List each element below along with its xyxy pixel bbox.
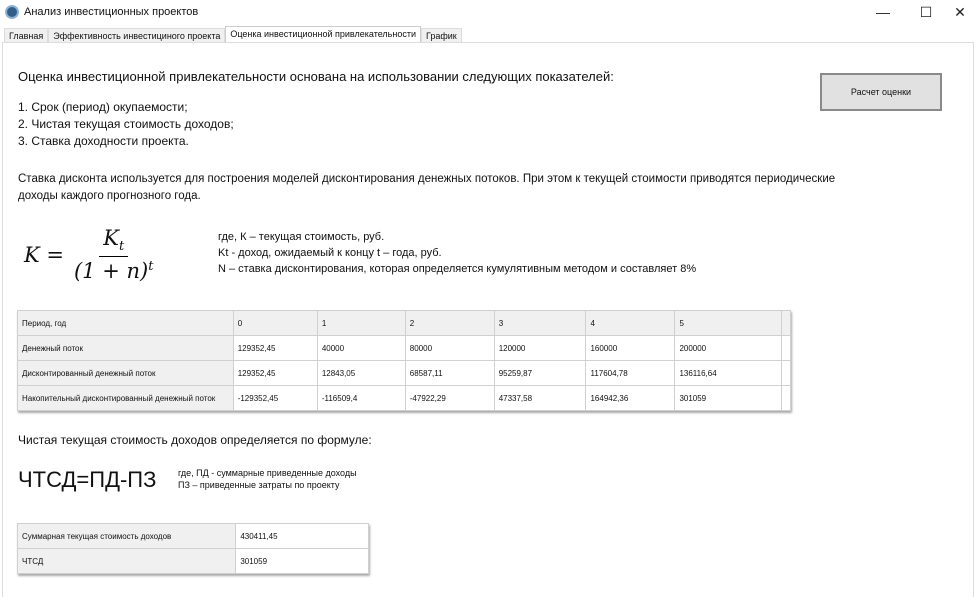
table-cell[interactable]: 120000 — [493, 335, 587, 361]
table-cell[interactable]: 129352,45 — [232, 335, 318, 361]
table-cell[interactable]: 4 — [585, 310, 676, 336]
table-cell[interactable]: 0 — [232, 310, 318, 336]
table-cell[interactable]: Период, год — [17, 310, 234, 336]
table-cell[interactable]: 200000 — [674, 335, 782, 361]
table-cell[interactable]: -116509,4 — [316, 385, 406, 411]
table-cell-empty — [781, 360, 791, 386]
table-cell[interactable]: ЧТСД — [16, 548, 237, 574]
tab-attractiveness[interactable]: Оценка инвестиционной привлекательности — [225, 26, 421, 43]
table-cell[interactable]: 95259,87 — [493, 360, 587, 386]
tab-main[interactable]: Главная — [4, 28, 49, 43]
table-cell[interactable]: 68587,11 — [404, 360, 495, 386]
table-cell[interactable]: 129352,45 — [232, 360, 318, 386]
table-cell[interactable]: 117604,78 — [585, 360, 676, 386]
calc-button[interactable]: Расчет оценки — [820, 73, 942, 111]
npv-text: Чистая текущая стоимость доходов определ… — [18, 433, 372, 447]
table-cell[interactable]: 12843,05 — [316, 360, 406, 386]
table-row: Дисконтированный денежный поток 129352,45… — [17, 360, 791, 386]
table-cell-empty — [781, 310, 791, 336]
intro-text: Оценка инвестиционной привлекательности … — [18, 69, 614, 84]
legend-line: ПЗ – приведенные затраты по проекту — [178, 480, 340, 490]
table-cell[interactable]: 160000 — [585, 335, 676, 361]
table-cell[interactable]: 136116,64 — [674, 360, 782, 386]
table-cell-empty — [781, 385, 791, 411]
legend-line: где, К – текущая стоимость, руб. — [218, 231, 385, 243]
legend-line: где, ПД - суммарные приведенные доходы — [178, 468, 357, 478]
table-cell[interactable]: 40000 — [316, 335, 406, 361]
table-cell[interactable]: 301059 — [674, 385, 782, 411]
title-bar: Анализ инвестиционных проектов — ☐ ✕ — [0, 0, 976, 26]
table-cell[interactable]: 47337,58 — [493, 385, 587, 411]
indicator-3: 3. Ставка доходности проекта. — [18, 134, 189, 148]
summary-row: Суммарная текущая стоимость доходов 43041… — [16, 523, 369, 549]
tab-bar: Главная Эффективность инвестициного прое… — [4, 26, 462, 43]
minimize-button[interactable]: — — [868, 2, 898, 22]
table-cell[interactable]: Денежный поток — [17, 335, 234, 361]
tab-efficiency[interactable]: Эффективность инвестициного проекта — [48, 28, 226, 43]
legend-line: N – ставка дисконтирования, которая опре… — [218, 263, 697, 275]
table-cell[interactable]: 5 — [674, 310, 782, 336]
legend-line: Kt - доход, ожидаемый к концу t – года, … — [218, 247, 442, 259]
table-cell[interactable]: 430411,45 — [235, 523, 369, 549]
tab-chart[interactable]: График — [420, 28, 462, 43]
table-cell[interactable]: -47922,29 — [404, 385, 495, 411]
formula-legend: где, К – текущая стоимость, руб. Kt - до… — [218, 229, 696, 277]
table-cell[interactable]: 1 — [316, 310, 406, 336]
cash-flow-table: Период, год 0 1 2 3 4 5 Денежный поток 129352,45… — [17, 310, 791, 411]
table-row: Денежный поток 129352,45 40000 80000 120000 1… — [17, 335, 791, 361]
table-cell[interactable]: 80000 — [404, 335, 495, 361]
discount-text: Ставка дисконта используется для построе… — [18, 173, 836, 202]
indicator-2: 2. Чистая текущая стоимость доходов; — [18, 117, 234, 131]
summary-row: ЧТСД 301059 — [16, 548, 369, 574]
table-cell[interactable]: 301059 — [235, 548, 369, 574]
npv-formula: ЧТСД=ПД-ПЗ — [18, 467, 157, 492]
indicator-1: 1. Срок (период) окупаемости; — [18, 100, 188, 114]
close-button[interactable]: ✕ — [945, 2, 975, 22]
table-cell[interactable]: 2 — [404, 310, 495, 336]
table-cell[interactable]: -129352,45 — [232, 385, 318, 411]
table-row: Накопительный дисконтированный денежный … — [17, 385, 791, 411]
app-icon — [5, 5, 19, 19]
table-cell[interactable]: Суммарная текущая стоимость доходов — [16, 523, 237, 549]
table-row: Период, год 0 1 2 3 4 5 — [17, 310, 791, 336]
table-cell-empty — [781, 335, 791, 361]
npv-legend: где, ПД - суммарные приведенные доходы П… — [178, 467, 357, 491]
table-cell[interactable]: 3 — [493, 310, 587, 336]
maximize-button[interactable]: ☐ — [911, 2, 941, 22]
window-title: Анализ инвестиционных проектов — [24, 6, 199, 18]
discount-formula: K = Kt (1 + n)t — [24, 226, 154, 284]
table-cell[interactable]: Дисконтированный денежный поток — [17, 360, 234, 386]
table-cell[interactable]: Накопительный дисконтированный денежный … — [17, 385, 234, 411]
summary-table: Суммарная текущая стоимость доходов 43041… — [16, 523, 369, 574]
table-cell[interactable]: 164942,36 — [585, 385, 676, 411]
